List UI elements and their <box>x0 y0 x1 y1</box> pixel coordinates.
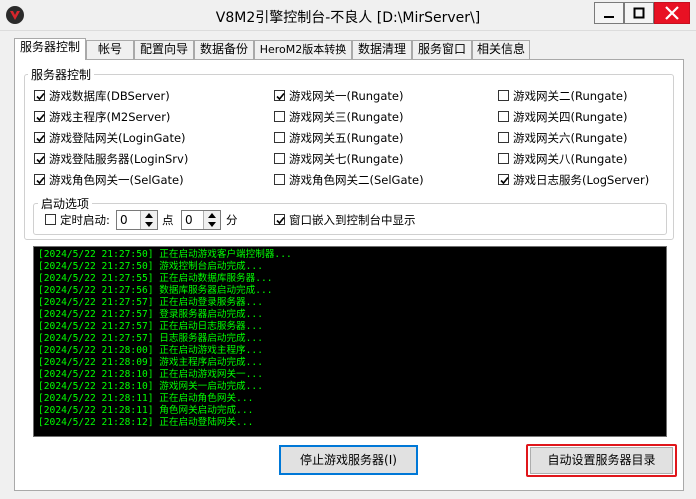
tab-server-control[interactable]: 服务器控制 <box>14 38 86 60</box>
log-line: [2024/5/22 21:27:57] 登录服务器启动完成... <box>38 309 263 320</box>
checkmark-icon <box>276 92 285 101</box>
log-line: [2024/5/22 21:27:50] 正在启动游戏客户端控制器... <box>38 249 292 260</box>
checkbox-box[interactable] <box>274 153 285 164</box>
embed-window-label: 窗口嵌入到控制台中显示 <box>289 213 416 227</box>
close-icon <box>665 6 679 20</box>
spin-up-button[interactable] <box>204 211 220 220</box>
hour-spinner-arrows <box>140 211 157 229</box>
checkmark-icon <box>36 134 45 143</box>
checkbox-box[interactable] <box>274 90 285 101</box>
checkmark-icon <box>500 176 509 185</box>
checkbox-box[interactable] <box>498 90 509 101</box>
tab-data-backup[interactable]: 数据备份 <box>194 40 254 59</box>
checkbox-box[interactable] <box>45 214 56 225</box>
server-control-group-title: 服务器控制 <box>28 66 95 83</box>
checkbox-box[interactable] <box>34 90 45 101</box>
tab-service-window[interactable]: 服务窗口 <box>412 40 472 59</box>
checkbox-box[interactable] <box>34 153 45 164</box>
checkbox-box[interactable] <box>498 174 509 185</box>
checkbox-label: 游戏网关六(Rungate) <box>513 131 628 145</box>
title-bar: V8M2引擎控制台-不良人 [D:\MirServer\] <box>0 0 696 31</box>
checkbox-box[interactable] <box>498 153 509 164</box>
spin-down-icon <box>145 222 153 227</box>
maximize-button[interactable] <box>624 2 654 24</box>
tab-config-wizard[interactable]: 配置向导 <box>134 40 194 59</box>
checkbox-box[interactable] <box>34 174 45 185</box>
minute-unit: 分 <box>226 213 238 227</box>
checkbox-label: 游戏角色网关二(SelGate) <box>289 173 424 187</box>
log-console[interactable]: [2024/5/22 21:27:50] 正在启动游戏客户端控制器... [20… <box>33 246 667 437</box>
checkbox-label: 游戏角色网关一(SelGate) <box>49 173 184 187</box>
log-line: [2024/5/22 21:27:57] 正在启动登录服务器... <box>38 297 263 308</box>
tab-herom2-convert[interactable]: HeroM2版本转换 <box>254 40 352 59</box>
checkbox-label: 游戏网关三(Rungate) <box>289 110 404 124</box>
log-line: [2024/5/22 21:28:00] 正在启动游戏主程序... <box>38 345 263 356</box>
startup-options-title: 启动选项 <box>38 195 93 212</box>
log-line: [2024/5/22 21:27:57] 日志服务器启动完成... <box>38 333 263 344</box>
checkmark-icon <box>36 92 45 101</box>
log-line: [2024/5/22 21:27:55] 正在启动数据库服务器... <box>38 273 273 284</box>
checkbox-label: 游戏网关五(Rungate) <box>289 131 404 145</box>
checkbox-box[interactable] <box>34 132 45 143</box>
log-line: [2024/5/22 21:27:56] 数据库服务器启动完成... <box>38 285 273 296</box>
log-line: [2024/5/22 21:28:11] 正在启动角色网关... <box>38 393 254 404</box>
hour-value: 0 <box>120 213 128 227</box>
checkbox-label: 游戏网关八(Rungate) <box>513 152 628 166</box>
spin-down-button[interactable] <box>141 220 157 229</box>
log-line: [2024/5/22 21:28:11] 角色网关启动完成... <box>38 405 254 416</box>
checkmark-icon <box>36 113 45 122</box>
checkbox-label: 游戏登陆网关(LoginGate) <box>49 131 186 145</box>
checkbox-label: 游戏数据库(DBServer) <box>49 89 170 103</box>
checkmark-icon <box>36 176 45 185</box>
checkbox-box[interactable] <box>498 111 509 122</box>
close-button[interactable] <box>654 2 690 24</box>
minimize-button[interactable] <box>594 2 624 24</box>
checkbox-box[interactable] <box>274 111 285 122</box>
stop-server-button[interactable]: 停止游戏服务器(I) <box>279 445 418 475</box>
minute-spinner[interactable]: 0 <box>181 210 221 230</box>
checkbox-label: 游戏主程序(M2Server) <box>49 110 171 124</box>
window-title: V8M2引擎控制台-不良人 [D:\MirServer\] <box>215 10 481 26</box>
minute-value: 0 <box>185 213 193 227</box>
checkbox-label: 游戏日志服务(LogServer) <box>513 173 650 187</box>
spin-up-button[interactable] <box>141 211 157 220</box>
checkbox-label: 游戏网关一(Rungate) <box>289 89 404 103</box>
checkbox-box[interactable] <box>274 214 285 225</box>
tab-data-cleanup[interactable]: 数据清理 <box>352 40 412 59</box>
checkmark-icon <box>36 155 45 164</box>
checkbox-box[interactable] <box>34 111 45 122</box>
tab-about[interactable]: 相关信息 <box>472 40 530 59</box>
log-line: [2024/5/22 21:28:12] 正在启动登陆网关... <box>38 417 254 428</box>
maximize-icon <box>633 7 645 19</box>
checkbox-box[interactable] <box>274 132 285 143</box>
log-line: [2024/5/22 21:28:10] 游戏网关一启动完成... <box>38 381 263 392</box>
tab-account[interactable]: 帐号 <box>86 40 134 59</box>
hour-unit: 点 <box>162 213 174 227</box>
log-line: [2024/5/22 21:28:10] 正在启动游戏网关一... <box>38 369 263 380</box>
spin-down-icon <box>208 222 216 227</box>
checkbox-label: 游戏登陆服务器(LoginSrv) <box>49 152 189 166</box>
spin-up-icon <box>208 213 216 218</box>
hour-spinner[interactable]: 0 <box>116 210 158 230</box>
log-line: [2024/5/22 21:27:50] 游戏控制台启动完成... <box>38 261 263 272</box>
checkbox-label: 游戏网关四(Rungate) <box>513 110 628 124</box>
checkbox-box[interactable] <box>274 174 285 185</box>
minute-spinner-arrows <box>203 211 220 229</box>
checkmark-icon <box>276 216 285 225</box>
checkbox-box[interactable] <box>498 132 509 143</box>
checkbox-label: 游戏网关二(Rungate) <box>513 89 628 103</box>
log-line: [2024/5/22 21:27:57] 正在启动日志服务器... <box>38 321 263 332</box>
spin-up-icon <box>145 213 153 218</box>
spin-down-button[interactable] <box>204 220 220 229</box>
log-line: [2024/5/22 21:28:09] 游戏主程序启动完成... <box>38 357 263 368</box>
minimize-icon <box>604 16 614 18</box>
highlight-box <box>526 444 677 477</box>
timed-start-label: 定时启动: <box>60 213 110 227</box>
checkbox-label: 游戏网关七(Rungate) <box>289 152 404 166</box>
